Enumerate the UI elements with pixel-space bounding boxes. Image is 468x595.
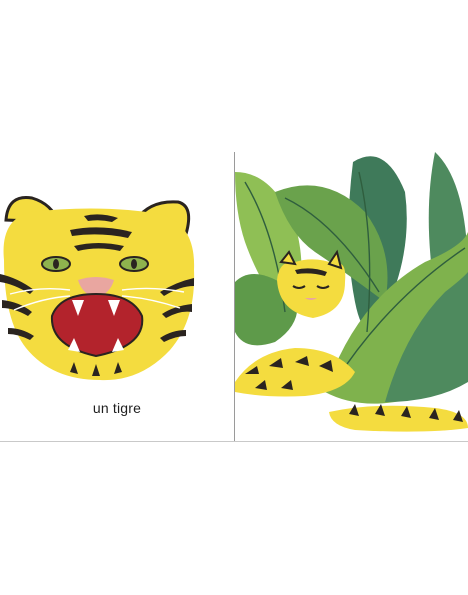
left-page: un tigre [0, 0, 234, 442]
right-page [235, 0, 468, 442]
sleeping-tiger-in-leaves-icon [235, 152, 468, 432]
page-caption: un tigre [92, 400, 142, 416]
page-bottom-edge [0, 441, 468, 442]
tiger-face-icon [0, 195, 195, 381]
